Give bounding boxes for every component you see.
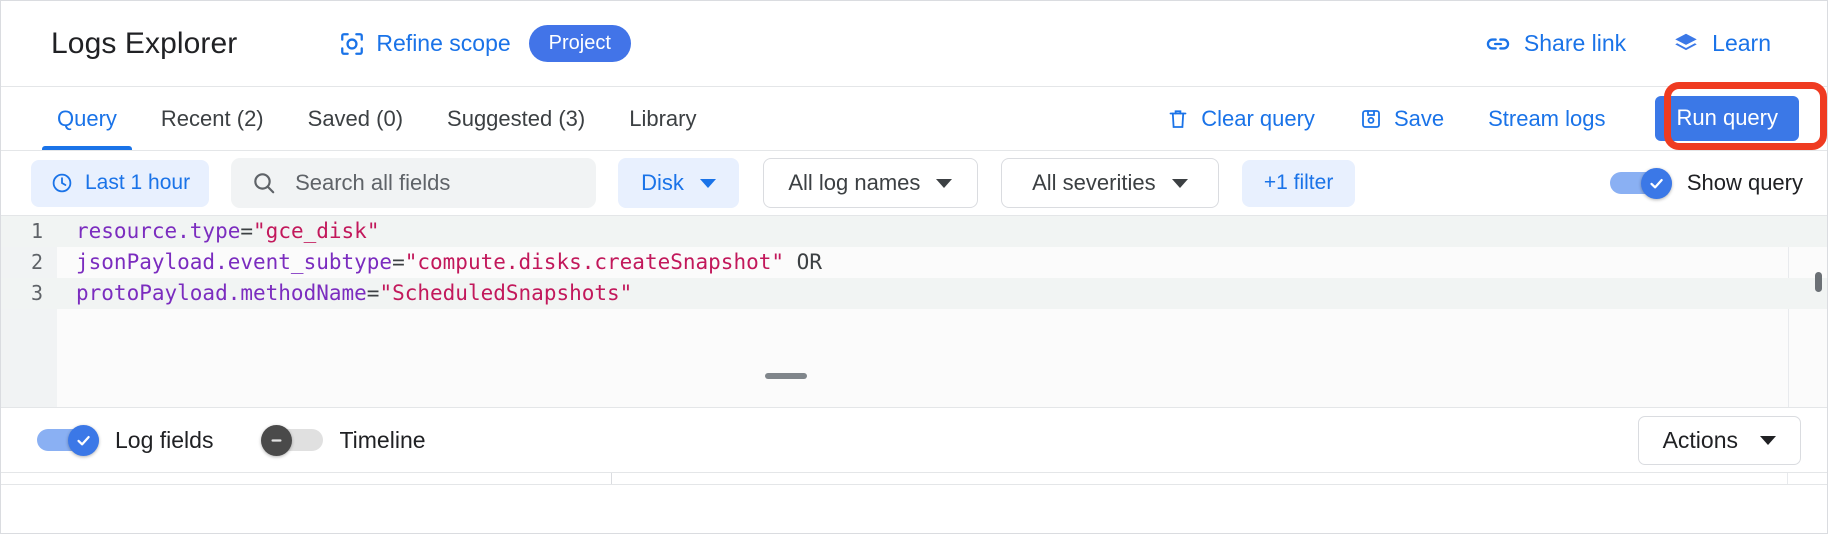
project-scope-chip[interactable]: Project	[529, 25, 631, 62]
tab-saved[interactable]: Saved (0)	[286, 87, 425, 150]
tab-query[interactable]: Query	[35, 87, 139, 150]
query-toolbar: Clear query Save Stream logs Run query	[1144, 87, 1827, 150]
code-token: jsonPayload.event_subtype	[76, 250, 392, 274]
log-names-dropdown[interactable]: All log names	[763, 158, 978, 208]
code-token: =	[392, 250, 405, 274]
code-token: =	[367, 281, 380, 305]
results-panel-top	[1, 473, 1827, 485]
header-actions: Share link Learn	[1484, 30, 1801, 58]
code-line-text: protoPayload.methodName="ScheduledSnapsh…	[57, 278, 632, 309]
severities-dropdown[interactable]: All severities	[1001, 158, 1219, 208]
panel-right-rule	[1787, 473, 1788, 484]
page-title: Logs Explorer	[51, 27, 237, 61]
filter-bar: Last 1 hour Search all fields Disk All l…	[1, 151, 1827, 215]
tab-library[interactable]: Library	[607, 87, 718, 150]
clock-icon	[50, 171, 74, 195]
actions-label: Actions	[1663, 427, 1738, 454]
save-disk-icon	[1359, 107, 1383, 131]
code-token: protoPayload.methodName	[76, 281, 367, 305]
query-editor[interactable]: 1resource.type="gce_disk"2jsonPayload.ev…	[1, 215, 1827, 407]
actions-dropdown-button[interactable]: Actions	[1638, 416, 1801, 465]
search-input[interactable]: Search all fields	[231, 158, 596, 208]
trash-icon	[1166, 107, 1190, 131]
extra-filters-chip[interactable]: +1 filter	[1242, 160, 1355, 207]
code-token: OR	[784, 250, 822, 274]
code-token: "ScheduledSnapshots"	[379, 281, 632, 305]
run-query-container: Run query	[1639, 96, 1799, 141]
code-token: =	[240, 219, 253, 243]
clear-query-button[interactable]: Clear query	[1144, 87, 1337, 150]
line-number: 1	[1, 216, 57, 247]
code-token: "gce_disk"	[253, 219, 379, 243]
toggle-knob	[68, 425, 99, 456]
time-range-label: Last 1 hour	[85, 171, 190, 195]
code-token: resource.type	[76, 219, 240, 243]
tab-suggested[interactable]: Suggested (3)	[425, 87, 607, 150]
learn-button[interactable]: Learn	[1672, 30, 1771, 58]
severities-label: All severities	[1032, 170, 1155, 196]
refine-scope-button[interactable]: Refine scope	[339, 30, 510, 57]
log-names-label: All log names	[788, 170, 920, 196]
refine-scope-label: Refine scope	[376, 30, 510, 57]
code-line[interactable]: 1resource.type="gce_disk"	[1, 216, 1827, 247]
stream-logs-button[interactable]: Stream logs	[1466, 87, 1627, 150]
line-number: 2	[1, 247, 57, 278]
log-fields-label: Log fields	[115, 427, 213, 454]
timeline-label: Timeline	[339, 427, 425, 454]
show-query-control: Show query	[1610, 170, 1803, 196]
code-line-text: resource.type="gce_disk"	[57, 216, 379, 247]
scope-icon	[339, 31, 365, 57]
show-query-label: Show query	[1687, 170, 1803, 196]
toggle-knob	[1641, 168, 1672, 199]
query-tabbar: Query Recent (2) Saved (0) Suggested (3)…	[1, 87, 1827, 151]
tab-recent[interactable]: Recent (2)	[139, 87, 286, 150]
editor-scrollbar[interactable]	[1815, 272, 1822, 292]
time-range-selector[interactable]: Last 1 hour	[31, 160, 209, 207]
chevron-down-icon	[936, 179, 952, 188]
share-link-label: Share link	[1524, 30, 1626, 57]
save-query-label: Save	[1394, 106, 1444, 132]
results-toolbar: Log fields Timeline Actions	[1, 407, 1827, 473]
editor-resize-handle[interactable]	[765, 373, 807, 379]
search-icon	[251, 170, 277, 196]
query-code[interactable]: 1resource.type="gce_disk"2jsonPayload.ev…	[1, 216, 1827, 309]
resource-type-dropdown[interactable]: Disk	[618, 158, 739, 208]
chevron-down-icon	[700, 179, 716, 188]
chevron-down-icon	[1172, 179, 1188, 188]
save-query-button[interactable]: Save	[1337, 87, 1466, 150]
code-line[interactable]: 2jsonPayload.event_subtype="compute.disk…	[1, 247, 1827, 278]
app-header: Logs Explorer Refine scope Project	[1, 1, 1827, 87]
logs-explorer-window: Logs Explorer Refine scope Project	[0, 0, 1828, 534]
show-query-toggle[interactable]	[1610, 170, 1672, 196]
log-fields-control: Log fields	[37, 427, 213, 454]
code-token: "compute.disks.createSnapshot"	[405, 250, 784, 274]
stream-logs-label: Stream logs	[1488, 106, 1605, 132]
share-link-button[interactable]: Share link	[1484, 30, 1626, 58]
search-placeholder: Search all fields	[295, 170, 450, 196]
resource-type-label: Disk	[641, 170, 684, 196]
run-query-button[interactable]: Run query	[1655, 96, 1799, 141]
code-line[interactable]: 3protoPayload.methodName="ScheduledSnaps…	[1, 278, 1827, 309]
chevron-down-icon	[1760, 436, 1776, 445]
learn-icon	[1672, 30, 1700, 58]
line-number: 3	[1, 278, 57, 309]
timeline-toggle[interactable]	[261, 427, 323, 453]
log-fields-toggle[interactable]	[37, 427, 99, 453]
link-icon	[1484, 30, 1512, 58]
clear-query-label: Clear query	[1201, 106, 1315, 132]
code-line-text: jsonPayload.event_subtype="compute.disks…	[57, 247, 822, 278]
toggle-knob	[261, 425, 292, 456]
panel-divider	[611, 473, 612, 484]
timeline-control: Timeline	[261, 427, 425, 454]
learn-label: Learn	[1712, 30, 1771, 57]
